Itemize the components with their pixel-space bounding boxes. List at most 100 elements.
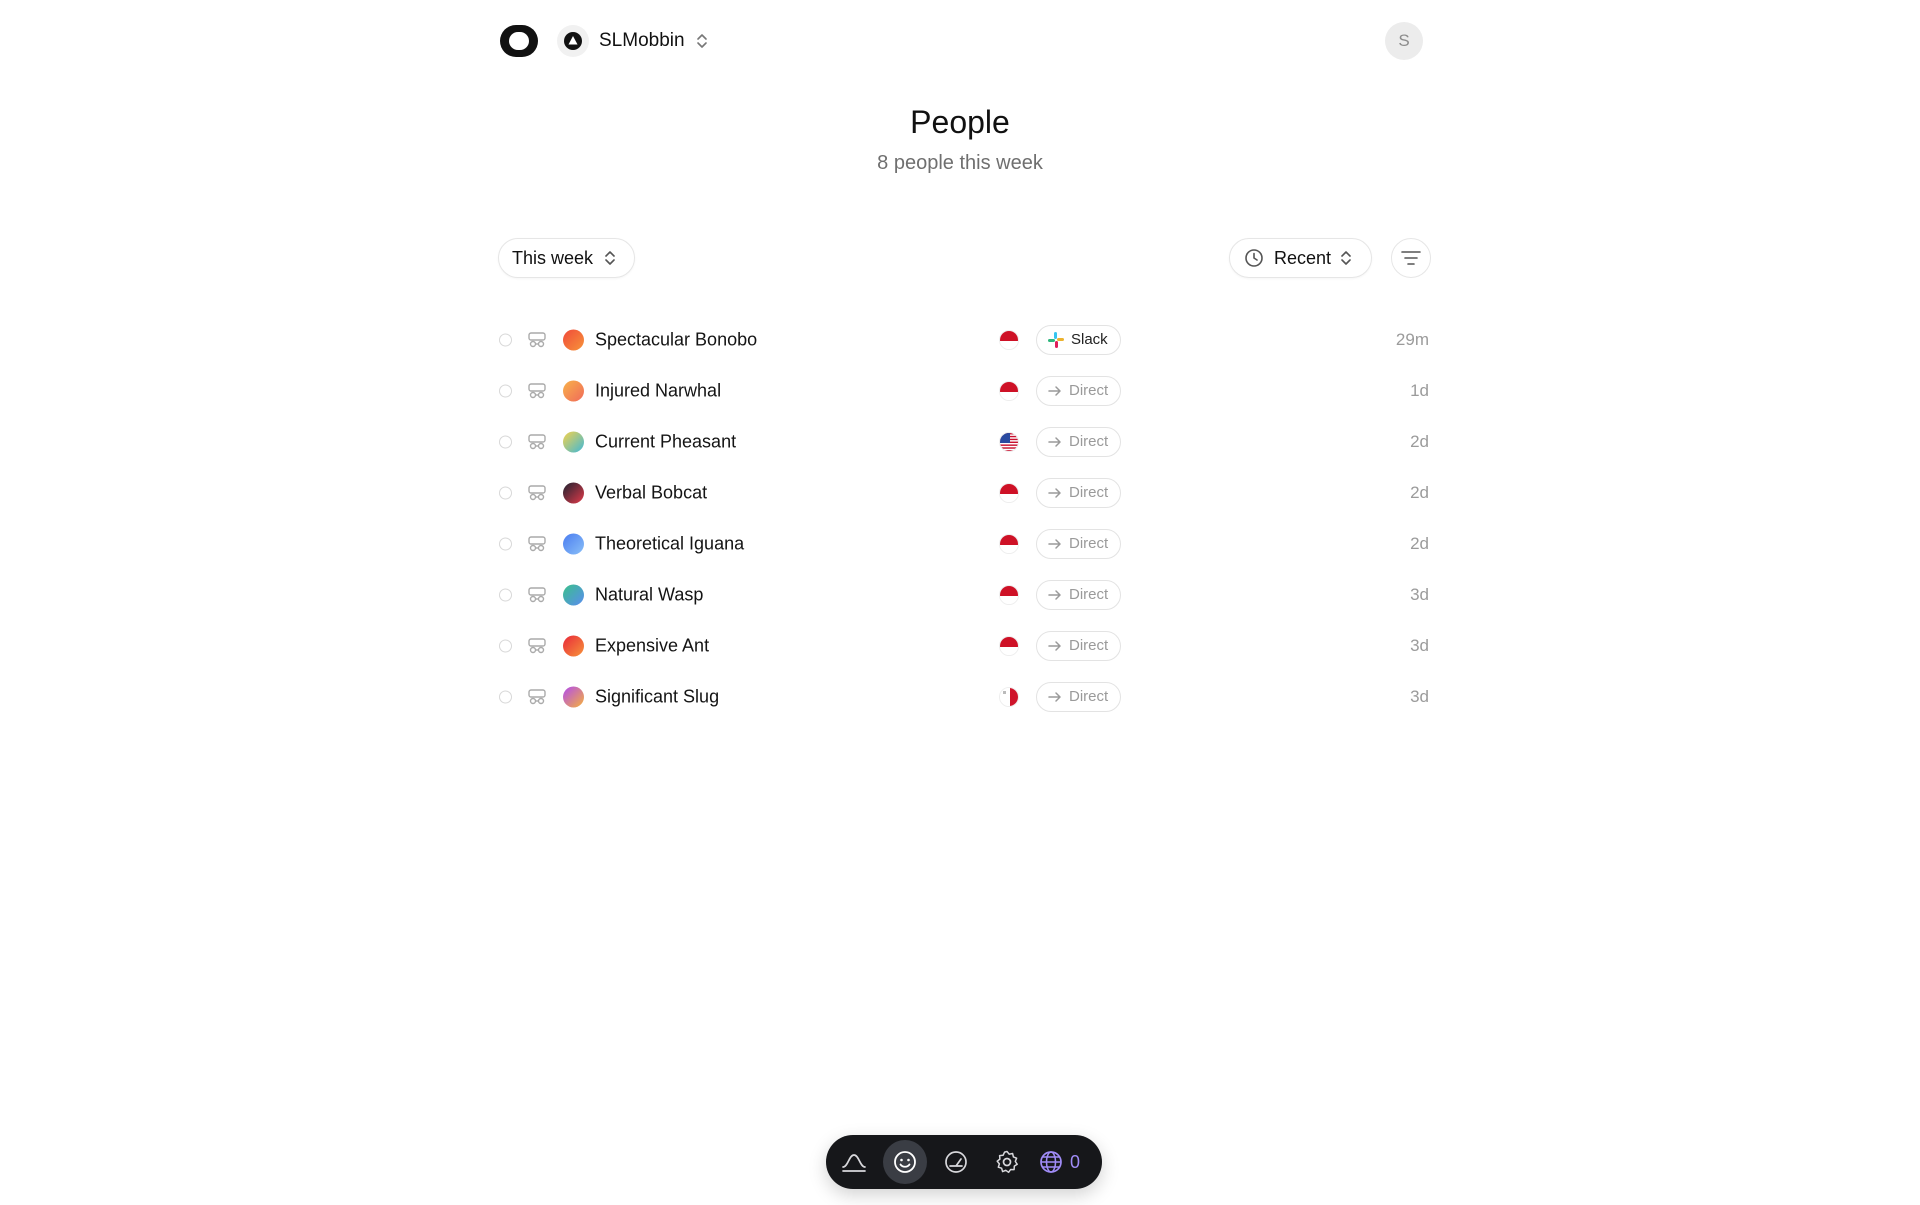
arrow-right-icon <box>1048 589 1061 600</box>
person-row[interactable]: Spectacular Bonobo Slack 29m <box>499 314 1429 365</box>
visitor-count: 0 <box>1070 1151 1081 1172</box>
person-name: Current Pheasant <box>595 431 737 451</box>
sort-select[interactable]: Recent <box>1229 238 1372 278</box>
person-row[interactable]: Natural Wasp Direct 3d <box>499 569 1429 620</box>
browser-device-icon <box>527 433 547 450</box>
last-seen-time: 2d <box>1410 482 1429 502</box>
indonesia-flag-icon <box>999 329 1019 350</box>
row-select-radio[interactable] <box>499 588 512 601</box>
indonesia-flag-icon <box>999 635 1019 656</box>
source-badge: Direct <box>1036 528 1122 559</box>
slack-icon <box>1048 331 1064 348</box>
indonesia-flag-icon <box>999 380 1019 401</box>
chevron-up-down-icon <box>605 251 615 265</box>
source-label: Direct <box>1069 637 1109 654</box>
browser-device-icon <box>527 382 547 399</box>
arrow-right-icon <box>1048 691 1061 702</box>
source-badge: Direct <box>1036 375 1122 406</box>
last-seen-time: 3d <box>1410 686 1429 706</box>
browser-device-icon <box>527 535 547 552</box>
person-row[interactable]: Expensive Ant Direct 3d <box>499 620 1429 671</box>
person-row[interactable]: Theoretical Iguana Direct 2d <box>499 518 1429 569</box>
person-row[interactable]: Current Pheasant Direct 2d <box>499 416 1429 467</box>
workspace-switcher[interactable]: SLMobbin <box>557 25 709 57</box>
period-select-label: This week <box>512 247 594 268</box>
sort-select-label: Recent <box>1274 247 1332 268</box>
bottom-dock: 0 <box>826 1135 1102 1189</box>
row-select-radio[interactable] <box>499 537 512 550</box>
dock-people-button[interactable] <box>883 1140 927 1184</box>
person-avatar <box>563 533 584 554</box>
arrow-right-icon <box>1048 436 1061 447</box>
person-name: Significant Slug <box>595 686 720 706</box>
source-label: Direct <box>1069 382 1109 399</box>
source-badge: Direct <box>1036 579 1122 610</box>
row-select-radio[interactable] <box>499 435 512 448</box>
person-row[interactable]: Significant Slug Direct 3d <box>499 671 1429 722</box>
malta-flag-icon <box>999 686 1019 707</box>
app-logo-icon[interactable] <box>499 24 539 58</box>
person-name: Spectacular Bonobo <box>595 329 758 349</box>
row-select-radio[interactable] <box>499 384 512 397</box>
person-name: Natural Wasp <box>595 584 704 604</box>
person-name: Injured Narwhal <box>595 380 722 400</box>
source-badge: Direct <box>1036 681 1122 712</box>
workspace-name: SLMobbin <box>599 30 685 51</box>
pulse-icon <box>842 1154 866 1172</box>
smiley-icon <box>894 1151 916 1173</box>
row-select-radio[interactable] <box>499 690 512 703</box>
person-name: Theoretical Iguana <box>595 533 745 553</box>
last-seen-time: 3d <box>1410 635 1429 655</box>
browser-device-icon <box>527 586 547 603</box>
page-title: People <box>910 104 1010 140</box>
row-select-radio[interactable] <box>499 486 512 499</box>
chevron-up-down-icon <box>1341 251 1351 265</box>
period-select[interactable]: This week <box>498 238 635 278</box>
arrow-right-icon <box>1048 538 1061 549</box>
filter-button[interactable] <box>1391 238 1431 278</box>
person-avatar <box>563 482 584 503</box>
person-avatar <box>563 686 584 707</box>
chevron-up-down-icon <box>696 34 707 48</box>
person-avatar <box>563 380 584 401</box>
source-label: Slack <box>1071 331 1108 348</box>
person-avatar <box>563 431 584 452</box>
arrow-right-icon <box>1048 640 1061 651</box>
dock-settings-button[interactable] <box>985 1140 1029 1184</box>
arrow-right-icon <box>1048 487 1061 498</box>
clock-icon <box>1245 249 1263 267</box>
dock-pulse-button[interactable] <box>832 1140 876 1184</box>
filter-icon <box>1401 251 1421 265</box>
source-badge: Direct <box>1036 630 1122 661</box>
indonesia-flag-icon <box>999 533 1019 554</box>
usa-flag-icon <box>999 431 1019 452</box>
person-avatar <box>563 329 584 350</box>
indonesia-flag-icon <box>999 584 1019 605</box>
last-seen-time: 29m <box>1395 329 1429 349</box>
source-label: Direct <box>1069 586 1109 603</box>
person-avatar <box>563 584 584 605</box>
source-label: Direct <box>1069 484 1109 501</box>
source-badge: Direct <box>1036 477 1122 508</box>
browser-device-icon <box>527 484 547 501</box>
last-seen-time: 3d <box>1410 584 1429 604</box>
source-label: Direct <box>1069 688 1109 705</box>
gear-icon <box>996 1150 1018 1174</box>
dock-visitors-button[interactable]: 0 <box>1038 1140 1080 1184</box>
user-avatar[interactable]: S <box>1385 22 1423 60</box>
person-row[interactable]: Injured Narwhal Direct 1d <box>499 365 1429 416</box>
arrow-right-icon <box>1048 385 1061 396</box>
dock-dashboard-button[interactable] <box>934 1140 978 1184</box>
person-row[interactable]: Verbal Bobcat Direct 2d <box>499 467 1429 518</box>
person-avatar <box>563 635 584 656</box>
people-list: Spectacular Bonobo Slack 29m Injured Narwha… <box>499 314 1429 722</box>
last-seen-time: 2d <box>1410 431 1429 451</box>
row-select-radio[interactable] <box>499 639 512 652</box>
source-label: Direct <box>1069 433 1109 450</box>
row-select-radio[interactable] <box>499 333 512 346</box>
source-badge: Slack <box>1036 324 1121 355</box>
person-name: Expensive Ant <box>595 635 710 655</box>
gauge-icon <box>945 1151 967 1173</box>
workspace-logo-icon <box>557 25 589 57</box>
person-name: Verbal Bobcat <box>595 482 708 502</box>
